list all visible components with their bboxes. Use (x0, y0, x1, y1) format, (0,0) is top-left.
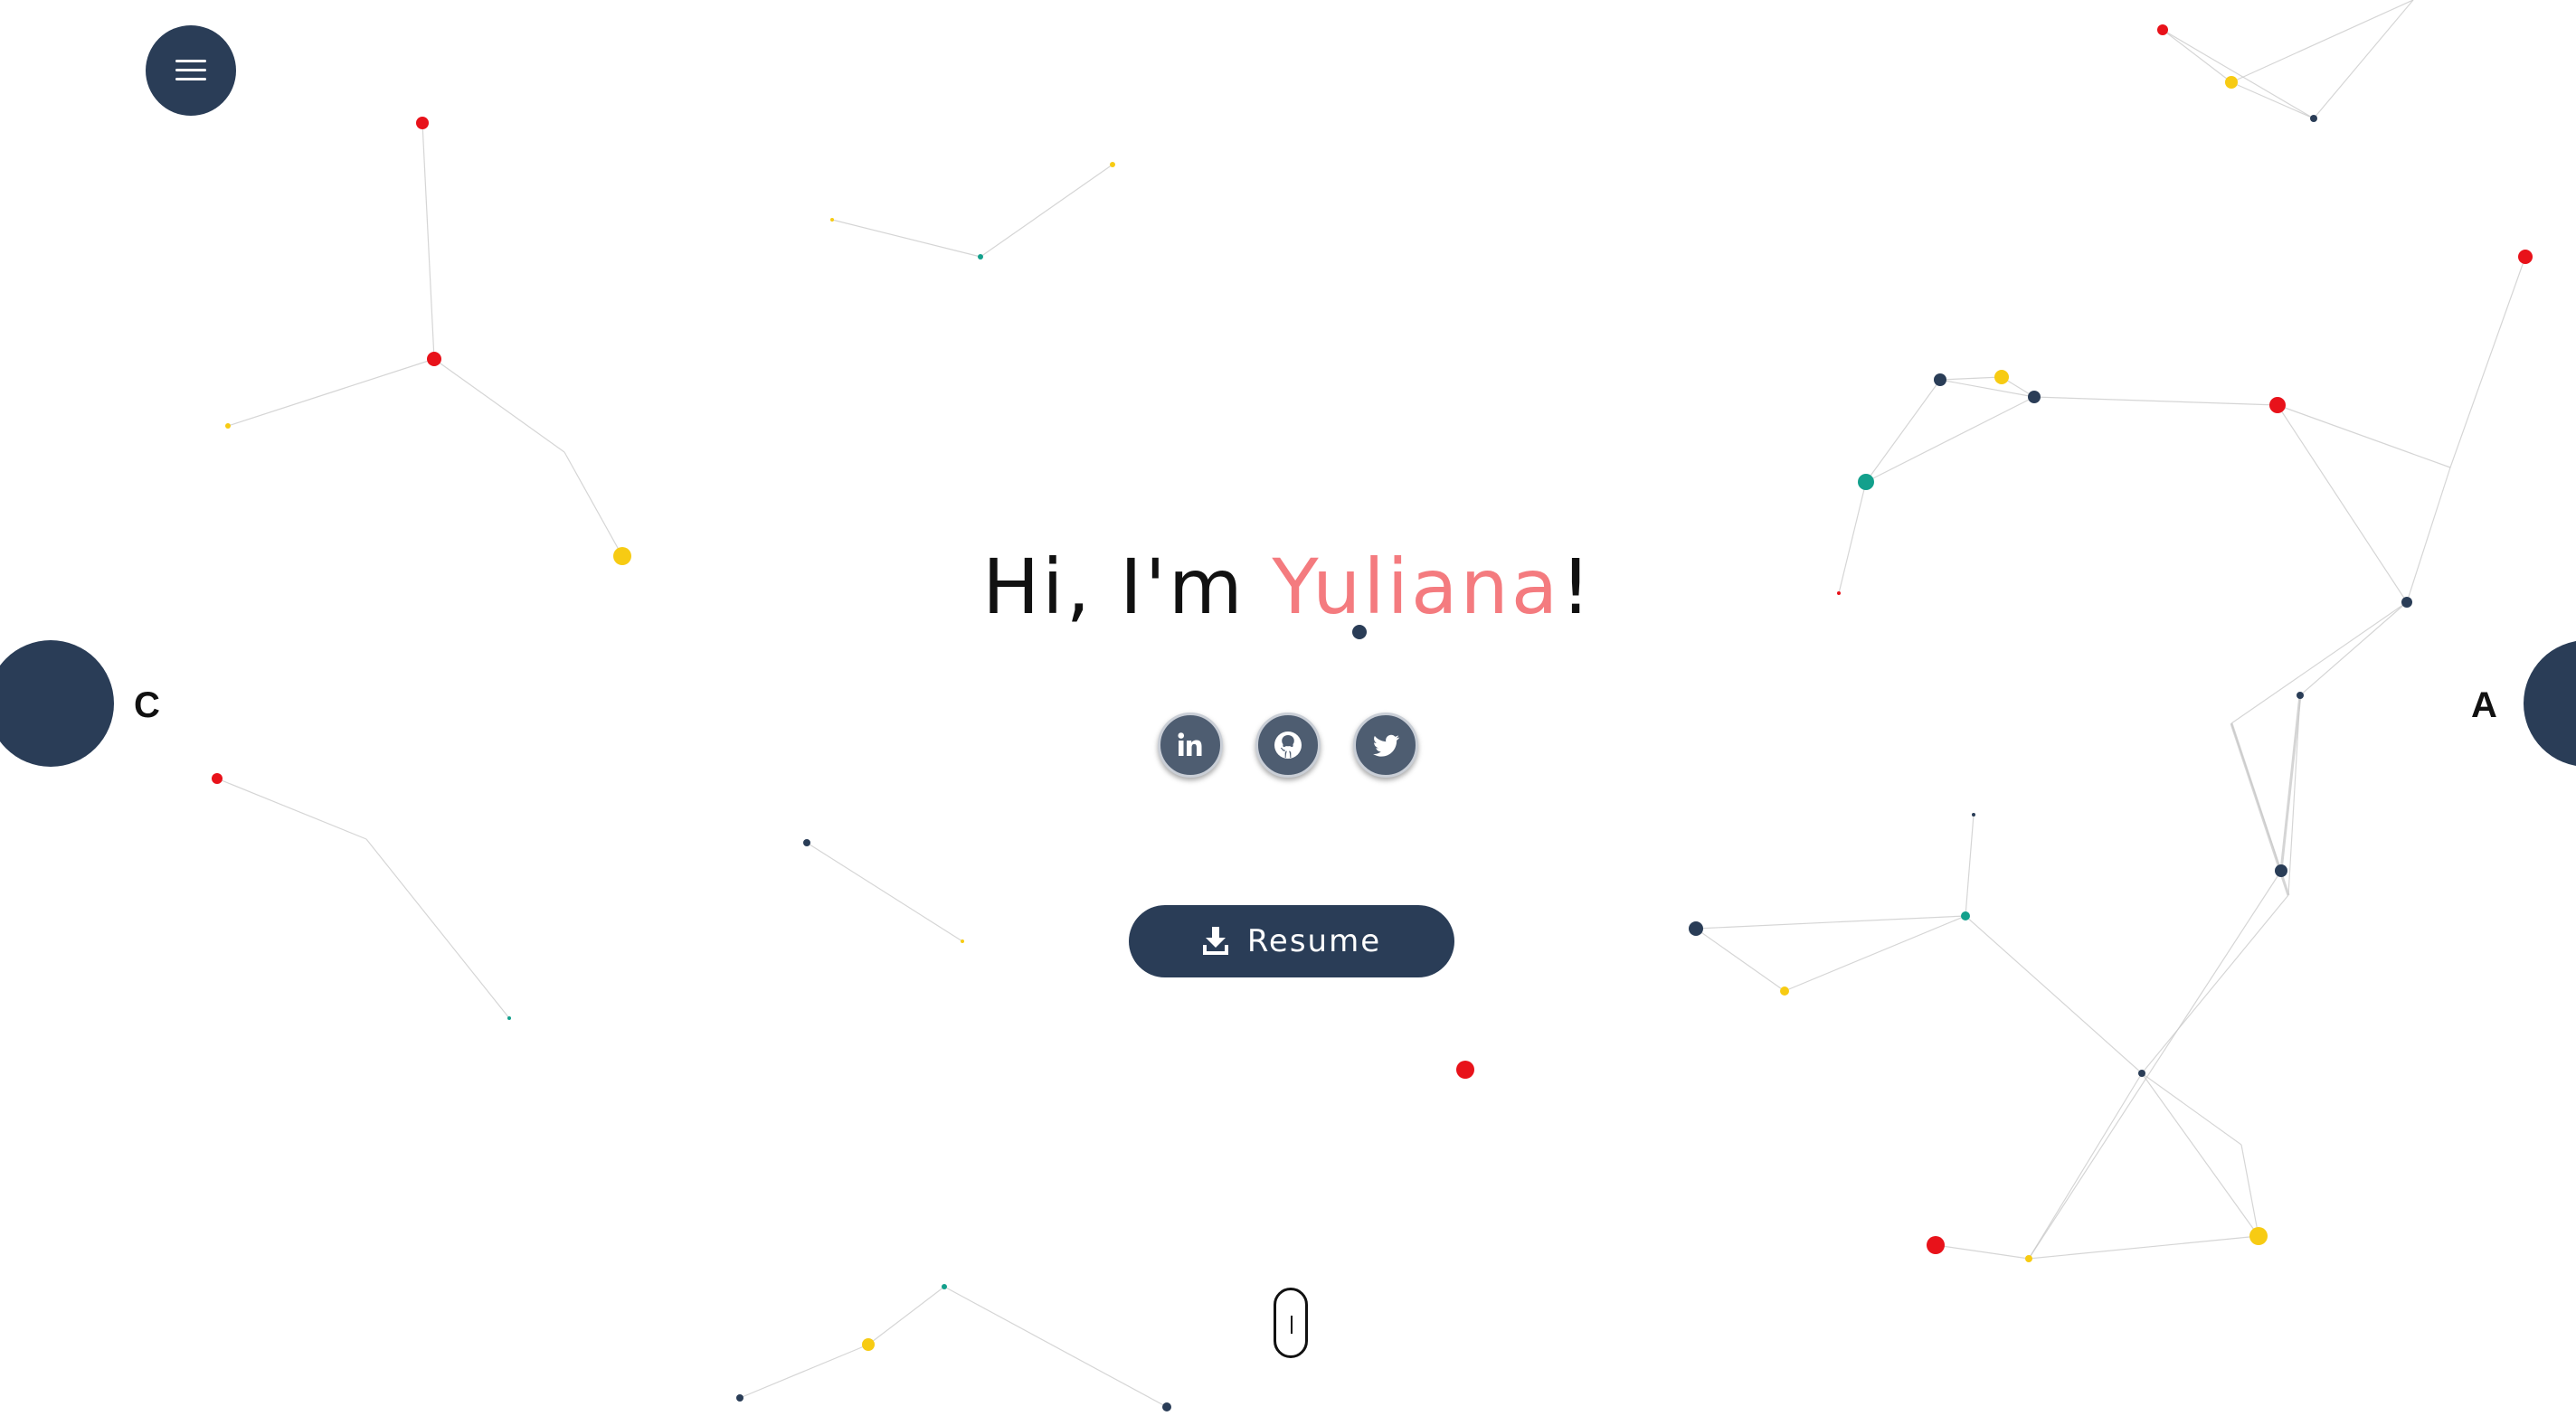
particle-link (739, 1344, 869, 1399)
particle-dot (2275, 864, 2287, 877)
particle-network-background (212, 0, 2533, 1411)
particle-dot (1780, 986, 1789, 996)
particle-dot (961, 939, 964, 943)
particle-dot (2138, 1070, 2145, 1077)
linkedin-link[interactable] (1158, 713, 1223, 778)
particle-dot (1858, 474, 1874, 490)
particle-link (365, 838, 510, 1019)
particle-link (806, 842, 963, 942)
particle-link (1695, 928, 1785, 992)
github-icon (1274, 732, 1302, 759)
particle-link (1965, 814, 1975, 917)
particle-dot (225, 423, 231, 429)
particle-dot (1162, 1402, 1171, 1411)
particle-link (564, 451, 623, 557)
particle-dot (2157, 24, 2168, 35)
particle-dot (2028, 391, 2041, 403)
particle-dot (978, 254, 983, 260)
particle-link (2028, 1235, 2259, 1260)
resume-button-label: Resume (1246, 923, 1382, 959)
scroll-down-indicator[interactable] (1274, 1288, 1308, 1358)
particle-dot (2518, 250, 2533, 264)
particle-link (867, 1286, 945, 1345)
page: C A Hi, I'm Yuliana! Resume (0, 0, 2576, 1416)
download-icon (1202, 927, 1228, 955)
hero-title: Hi, I'm Yuliana! (0, 543, 2576, 631)
particle-link (1865, 396, 2035, 483)
particle-dot (427, 352, 441, 366)
particle-dot (830, 218, 834, 222)
particle-link (1784, 915, 1966, 992)
particle-link (2141, 1072, 2259, 1237)
menu-button[interactable] (146, 25, 236, 116)
particle-link (943, 1286, 1168, 1408)
particle-link (227, 358, 435, 427)
particle-dot (2225, 76, 2238, 89)
particle-dot (1456, 1061, 1474, 1079)
particle-dot (1994, 370, 2009, 384)
particle-link (831, 219, 981, 258)
github-link[interactable] (1255, 713, 1321, 778)
mouse-scroll-icon (1291, 1316, 1293, 1334)
hamburger-icon (175, 60, 206, 81)
particle-dot (862, 1338, 875, 1351)
particle-link (1965, 915, 2143, 1074)
particle-link (433, 358, 565, 453)
particle-link (2028, 1072, 2143, 1260)
hero-name: Yuliana (1272, 543, 1561, 631)
particle-dot (416, 117, 429, 129)
hero-greeting: Hi, I'm (982, 543, 1273, 631)
particle-link (980, 164, 1113, 258)
social-links (0, 713, 2576, 778)
particle-dot (2269, 397, 2286, 413)
particle-link (2162, 29, 2315, 119)
linkedin-icon (1178, 732, 1202, 756)
particle-dot (1934, 373, 1946, 386)
particle-link (2162, 29, 2232, 83)
particle-link (1865, 379, 1941, 483)
particle-dot (942, 1284, 947, 1289)
particle-link (2141, 894, 2289, 1074)
particle-dot (1689, 921, 1703, 936)
hero-punctuation: ! (1560, 543, 1594, 631)
particle-dot (803, 839, 810, 846)
particle-dot (1961, 911, 1970, 920)
particle-dot (736, 1394, 743, 1402)
particle-link (2033, 396, 2278, 406)
resume-download-button[interactable]: Resume (1129, 905, 1454, 977)
particle-link (2028, 870, 2282, 1260)
particle-link (2449, 256, 2526, 468)
particle-link (1935, 1244, 2030, 1260)
particle-link (1695, 915, 1966, 930)
particle-dot (1927, 1236, 1945, 1254)
twitter-link[interactable] (1353, 713, 1418, 778)
particle-dot (2025, 1255, 2032, 1262)
particle-link (216, 778, 367, 840)
particle-link (2313, 0, 2414, 119)
particle-link (1939, 376, 2003, 381)
particle-dot (2310, 115, 2317, 122)
particle-link (2277, 404, 2451, 468)
particle-link (2240, 1144, 2259, 1237)
particle-link (2230, 0, 2414, 83)
particle-dot (1110, 162, 1115, 167)
particle-dot (2297, 692, 2304, 699)
particle-link (2141, 1072, 2242, 1146)
particle-dot (2249, 1227, 2268, 1245)
particle-link (421, 122, 435, 360)
particle-dot (1972, 813, 1975, 817)
particle-link (2230, 81, 2315, 119)
twitter-icon (1372, 734, 1400, 757)
particle-dot (507, 1016, 511, 1020)
